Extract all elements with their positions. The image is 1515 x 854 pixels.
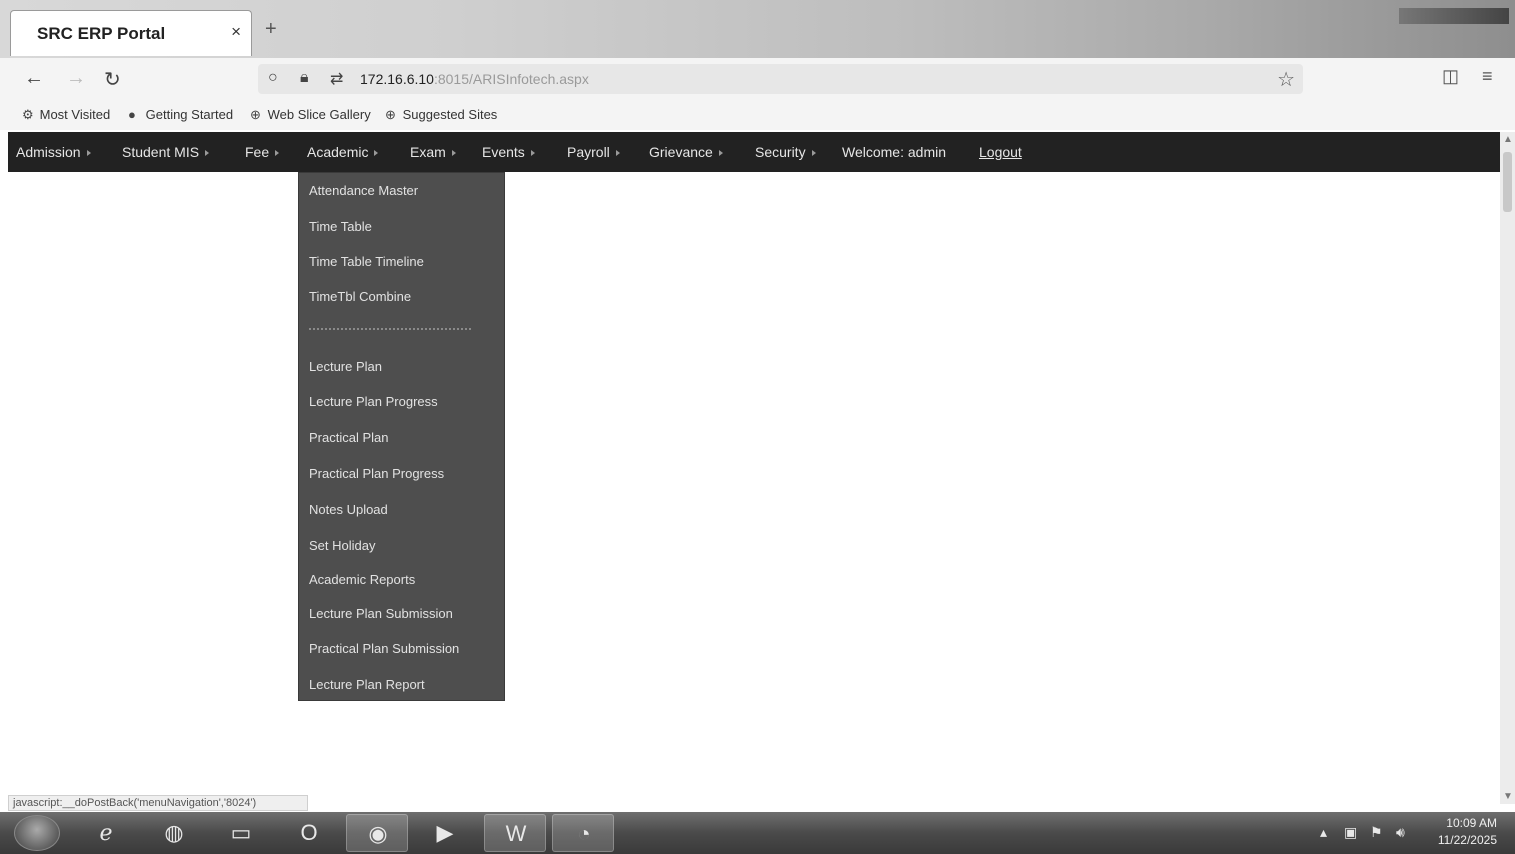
scroll-thumb[interactable] bbox=[1503, 152, 1512, 212]
bookmark-suggested-sites[interactable]: ⊕ Suggested Sites bbox=[385, 107, 497, 123]
dropdown-item-lecture-plan-progress[interactable]: Lecture Plan Progress bbox=[309, 394, 438, 409]
firefox-icon: ◉ bbox=[368, 821, 388, 846]
start-button-icon[interactable] bbox=[14, 815, 60, 851]
tab-close-icon[interactable]: × bbox=[231, 22, 241, 42]
media-player-icon: ▶ bbox=[436, 820, 454, 845]
dropdown-item-academic-reports[interactable]: Academic Reports bbox=[309, 572, 415, 587]
academic-dropdown-menu: Attendance Master Time Table Time Table … bbox=[298, 172, 505, 701]
permissions-icon[interactable]: ⇄ bbox=[330, 69, 343, 89]
scroll-down-icon[interactable]: ▼ bbox=[1503, 791, 1513, 802]
page-scrollbar[interactable]: ▲ ▼ bbox=[1500, 132, 1515, 804]
taskbar-firefox-button[interactable]: ◉ bbox=[346, 814, 408, 852]
menu-arrow-icon bbox=[530, 150, 535, 157]
dropdown-item-attendance-master[interactable]: Attendance Master bbox=[309, 183, 418, 198]
taskbar-chrome-button[interactable]: ◍ bbox=[143, 814, 205, 852]
menu-payroll[interactable]: Payroll bbox=[567, 144, 620, 160]
back-arrow-icon[interactable]: ← bbox=[24, 67, 44, 90]
browser-tab[interactable]: SRC ERP Portal × bbox=[10, 10, 252, 56]
shield-icon[interactable]: ○ bbox=[268, 69, 278, 87]
dropdown-item-lecture-plan[interactable]: Lecture Plan bbox=[309, 359, 382, 374]
url-text[interactable]: 172.16.6.10:8015/ARISInfotech.aspx bbox=[360, 71, 589, 87]
menu-grievance[interactable]: Grievance bbox=[649, 144, 723, 160]
reload-icon[interactable]: ↻ bbox=[104, 67, 121, 92]
tab-title: SRC ERP Portal bbox=[37, 24, 166, 43]
volume-icon[interactable]: 🔊︎ bbox=[1396, 824, 1405, 841]
dropdown-item-notes-upload[interactable]: Notes Upload bbox=[309, 502, 388, 517]
chrome-icon: ◍ bbox=[164, 820, 184, 845]
taskbar-clock[interactable]: 10:09 AM 11/22/2025 bbox=[1438, 815, 1497, 849]
status-bar: javascript:__doPostBack('menuNavigation'… bbox=[8, 795, 308, 811]
tray-overflow-icon[interactable]: ▴ bbox=[1320, 824, 1327, 841]
app-icon: ◔ bbox=[577, 821, 591, 846]
taskbar-app-button[interactable]: ◔ bbox=[552, 814, 614, 852]
menu-arrow-icon bbox=[374, 150, 379, 157]
taskbar-explorer-button[interactable]: ▭ bbox=[210, 814, 272, 852]
dropdown-item-practical-plan-submission[interactable]: Practical Plan Submission bbox=[309, 641, 459, 656]
menu-arrow-icon bbox=[451, 150, 456, 157]
dropdown-separator bbox=[309, 328, 471, 330]
network-icon[interactable]: ▣ bbox=[1344, 824, 1357, 841]
menu-security[interactable]: Security bbox=[755, 144, 816, 160]
menu-arrow-icon bbox=[811, 150, 816, 157]
taskbar-media-player-button[interactable]: ▶ bbox=[414, 814, 476, 852]
menu-arrow-icon bbox=[615, 150, 620, 157]
window-controls[interactable] bbox=[1399, 8, 1509, 24]
menu-student-mis[interactable]: Student MIS bbox=[122, 144, 210, 160]
bookmark-getting-started[interactable]: ● Getting Started bbox=[128, 107, 233, 122]
menu-arrow-icon bbox=[86, 150, 91, 157]
firefox-icon: ● bbox=[128, 107, 136, 122]
browser-tab-strip: SRC ERP Portal × + bbox=[0, 0, 1515, 58]
dropdown-item-lecture-plan-submission[interactable]: Lecture Plan Submission bbox=[309, 606, 453, 621]
menu-academic[interactable]: Academic bbox=[307, 144, 379, 160]
dropdown-item-set-holiday[interactable]: Set Holiday bbox=[309, 538, 375, 553]
dropdown-item-timetbl-combine[interactable]: TimeTbl Combine bbox=[309, 289, 411, 304]
dropdown-item-time-table-timeline[interactable]: Time Table Timeline bbox=[309, 254, 424, 269]
menu-arrow-icon bbox=[275, 150, 280, 157]
taskbar-opera-button[interactable]: O bbox=[278, 814, 340, 852]
dropdown-item-practical-plan[interactable]: Practical Plan bbox=[309, 430, 388, 445]
menu-exam[interactable]: Exam bbox=[410, 144, 456, 160]
taskbar-ie-button[interactable]: ℯ bbox=[75, 814, 137, 852]
menu-fee[interactable]: Fee bbox=[245, 144, 280, 160]
lock-icon[interactable]: 🔒︎ bbox=[300, 69, 309, 87]
browser-navbar: ← → ↻ ○ 🔒︎ ⇄ 172.16.6.10:8015/ARISInfote… bbox=[0, 58, 1515, 100]
dropdown-item-practical-plan-progress[interactable]: Practical Plan Progress bbox=[309, 466, 444, 481]
folder-icon: ▭ bbox=[230, 820, 252, 845]
globe-icon: ⊕ bbox=[250, 107, 261, 122]
url-host: 172.16.6.10 bbox=[360, 71, 434, 87]
dropdown-item-time-table[interactable]: Time Table bbox=[309, 219, 372, 234]
clock-date: 11/22/2025 bbox=[1437, 833, 1497, 847]
url-bar[interactable]: ○ 🔒︎ ⇄ 172.16.6.10:8015/ARISInfotech.asp… bbox=[258, 64, 1303, 94]
new-tab-icon[interactable]: + bbox=[265, 18, 277, 41]
welcome-label: Welcome: admin bbox=[842, 144, 947, 160]
site-menu-bar: Admission Student MIS Fee Academic Exam … bbox=[8, 132, 1500, 172]
internet-explorer-icon: ℯ bbox=[99, 820, 113, 845]
menu-arrow-icon bbox=[205, 150, 210, 157]
gear-icon: ⚙ bbox=[22, 107, 34, 122]
bookmark-star-icon[interactable]: ☆ bbox=[1277, 67, 1295, 92]
hamburger-menu-icon[interactable]: ≡ bbox=[1482, 66, 1493, 87]
bookmark-most-visited[interactable]: ⚙ Most Visited bbox=[22, 107, 110, 123]
word-icon: W bbox=[505, 821, 527, 846]
globe-icon: ⊕ bbox=[385, 107, 396, 122]
menu-admission[interactable]: Admission bbox=[16, 144, 91, 160]
clock-time: 10:09 AM bbox=[1446, 816, 1497, 830]
scroll-up-icon[interactable]: ▲ bbox=[1503, 134, 1513, 145]
menu-events[interactable]: Events bbox=[482, 144, 535, 160]
dropdown-item-lecture-plan-report[interactable]: Lecture Plan Report bbox=[309, 677, 425, 692]
menu-arrow-icon bbox=[718, 150, 723, 157]
opera-icon: O bbox=[300, 820, 318, 845]
taskbar-word-button[interactable]: W bbox=[484, 814, 546, 852]
pocket-icon[interactable]: ◫ bbox=[1442, 66, 1459, 87]
url-path: :8015/ARISInfotech.aspx bbox=[433, 71, 589, 87]
forward-arrow-icon[interactable]: → bbox=[66, 67, 86, 90]
bookmark-web-slice-gallery[interactable]: ⊕ Web Slice Gallery bbox=[250, 107, 371, 123]
bookmarks-bar: ⚙ Most Visited ● Getting Started ⊕ Web S… bbox=[0, 100, 1515, 130]
os-taskbar: ℯ ◍ ▭ O ◉ ▶ W ◔ ▴ ▣ ⚑ 🔊︎ 10:09 AM 11/22/… bbox=[0, 812, 1515, 854]
flag-icon[interactable]: ⚑ bbox=[1370, 824, 1383, 841]
logout-link[interactable]: Logout bbox=[979, 144, 1022, 160]
